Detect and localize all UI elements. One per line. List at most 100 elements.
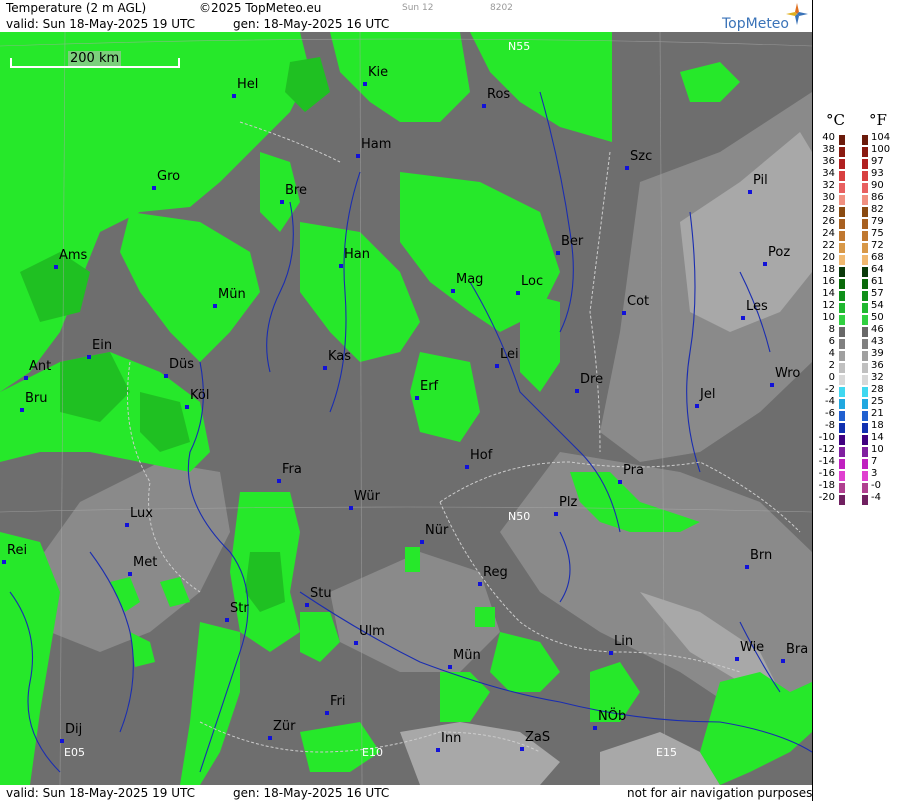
map-title: Temperature (2 m AGL) xyxy=(6,1,147,15)
legend-celsius-value: -20 xyxy=(818,492,835,503)
copyright: ©2025 TopMeteo.eu xyxy=(199,1,322,15)
legend-swatch-fahrenheit xyxy=(862,411,868,421)
legend-swatch-fahrenheit xyxy=(862,255,868,265)
legend-fahrenheit-value: 50 xyxy=(871,312,884,323)
legend-swatch-celsius xyxy=(839,219,845,229)
city-marker-szc xyxy=(625,166,629,170)
city-label-szc: Szc xyxy=(630,149,653,164)
legend-swatch-fahrenheit xyxy=(862,423,868,433)
legend-celsius-value: -18 xyxy=(818,480,835,491)
legend-fahrenheit-value: -0 xyxy=(871,480,881,491)
generated-time: gen: 18-May-2025 16 UTC xyxy=(233,17,390,31)
legend-celsius-value: 6 xyxy=(828,336,835,347)
legend-celsius-value: 24 xyxy=(822,228,835,239)
city-marker-poz xyxy=(763,262,767,266)
legend-swatch-celsius xyxy=(839,243,845,253)
legend-celsius-value: 16 xyxy=(822,276,835,287)
city-marker-plz xyxy=(554,512,558,516)
city-label-reg: Reg xyxy=(483,565,508,580)
map-scale-bar: 200 km xyxy=(10,51,180,68)
header-tag-2: 8202 xyxy=(490,3,513,13)
legend-swatch-fahrenheit xyxy=(862,291,868,301)
city-label-lin: Lin xyxy=(614,634,634,649)
city-marker-str xyxy=(225,618,229,622)
city-label-dij: Dij xyxy=(65,722,83,737)
city-marker-reg xyxy=(478,582,482,586)
legend-swatch-celsius xyxy=(839,195,845,205)
legend-swatch-celsius xyxy=(839,495,845,505)
legend-swatch-celsius xyxy=(839,471,845,481)
legend-fahrenheit-value: 100 xyxy=(871,144,891,155)
celsius-unit: °C xyxy=(826,111,845,129)
city-marker-fra xyxy=(277,479,281,483)
city-label-kie: Kie xyxy=(368,65,389,80)
city-label-gro: Gro xyxy=(157,169,181,184)
temperature-map[interactable]: 200 km N55 N50 E05 E10 E15 Kie Hel Ros Ham S… xyxy=(0,32,812,785)
city-label-pil: Pil xyxy=(753,173,768,188)
legend-swatch-fahrenheit xyxy=(862,339,868,349)
legend-celsius-value: 22 xyxy=(822,240,835,251)
city-label-poz: Poz xyxy=(768,245,791,260)
air-navigation-notice: not for air navigation purposes xyxy=(627,786,813,800)
legend-fahrenheit-value: 21 xyxy=(871,408,884,419)
legend-celsius-value: -16 xyxy=(818,468,835,479)
city-marker-met xyxy=(128,572,132,576)
city-label-würz: Wür xyxy=(354,489,380,504)
city-label-rei: Rei xyxy=(7,543,28,558)
city-marker-ulm xyxy=(354,641,358,645)
city-marker-ams xyxy=(54,265,58,269)
legend-swatch-celsius xyxy=(839,351,845,361)
city-marker-köl xyxy=(185,405,189,409)
header-bar: Temperature (2 m AGL) ©2025 TopMeteo.eu … xyxy=(0,0,812,16)
legend-swatch-fahrenheit xyxy=(862,195,868,205)
legend-celsius-value: -12 xyxy=(818,444,835,455)
legend-swatch-fahrenheit xyxy=(862,159,868,169)
city-marker-cot xyxy=(622,311,626,315)
city-marker-ham xyxy=(356,154,360,158)
legend-swatch-celsius xyxy=(839,447,845,457)
legend-celsius-value: -10 xyxy=(818,432,835,443)
footer-generated-time: gen: 18-May-2025 16 UTC xyxy=(233,786,390,800)
city-marker-wro xyxy=(770,383,774,387)
legend-swatch-fahrenheit xyxy=(862,207,868,217)
city-label-kas: Kas xyxy=(328,349,352,364)
legend-celsius-value: 28 xyxy=(822,204,835,215)
city-marker-ant xyxy=(24,376,28,380)
city-label-bra: Bra xyxy=(786,642,809,657)
city-label-ant: Ant xyxy=(29,359,52,374)
legend-swatch-fahrenheit xyxy=(862,495,868,505)
legend-fahrenheit-value: 79 xyxy=(871,216,884,227)
legend-celsius-value: 18 xyxy=(822,264,835,275)
city-label-mag: Mag xyxy=(456,272,484,287)
legend-swatch-celsius xyxy=(839,459,845,469)
legend-swatch-fahrenheit xyxy=(862,399,868,409)
legend-swatch-fahrenheit xyxy=(862,303,868,313)
city-marker-jel xyxy=(695,404,699,408)
city-marker-düs xyxy=(164,374,168,378)
legend-fahrenheit-value: 28 xyxy=(871,384,884,395)
city-label-ros: Ros xyxy=(487,87,511,102)
city-marker-nür xyxy=(420,540,424,544)
legend-swatch-celsius xyxy=(839,267,845,277)
city-marker-dij xyxy=(60,739,64,743)
city-marker-brn xyxy=(745,565,749,569)
city-label-fri: Fri xyxy=(330,694,346,709)
city-label-köl: Köl xyxy=(190,388,210,403)
city-marker-kas xyxy=(323,366,327,370)
city-marker-zas xyxy=(520,747,524,751)
legend-celsius-value: 38 xyxy=(822,144,835,155)
city-marker-les xyxy=(741,316,745,320)
legend-swatch-fahrenheit xyxy=(862,327,868,337)
city-marker-bra xyxy=(781,659,785,663)
legend-swatch-celsius xyxy=(839,171,845,181)
valid-time: valid: Sun 18-May-2025 19 UTC xyxy=(6,17,195,31)
legend-swatch-celsius xyxy=(839,147,845,157)
city-label-bru: Bru xyxy=(25,391,48,406)
legend-fahrenheit-value: 39 xyxy=(871,348,884,359)
legend-fahrenheit-value: 86 xyxy=(871,192,884,203)
city-label-ham: Ham xyxy=(361,137,392,152)
topmeteo-logo[interactable]: TopMeteo xyxy=(722,3,810,33)
city-label-nür: Nür xyxy=(425,523,449,538)
city-label-met: Met xyxy=(133,555,158,570)
legend-swatch-celsius xyxy=(839,387,845,397)
